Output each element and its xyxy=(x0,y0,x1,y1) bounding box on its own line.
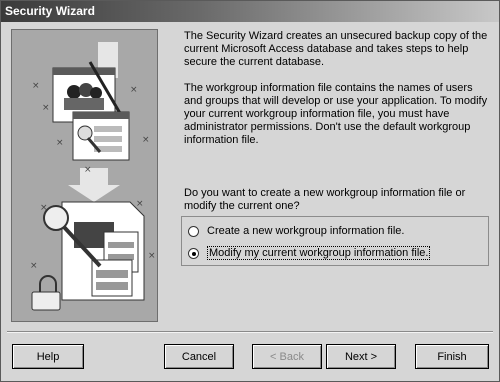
security-illustration: × × × × × × × × × × xyxy=(30,42,156,311)
security-wizard-window: Security Wizard × × × × × × × × × × The … xyxy=(0,0,500,382)
svg-text:×: × xyxy=(136,199,144,209)
workgroup-options-group: Create a new workgroup information file.… xyxy=(181,216,489,266)
svg-text:×: × xyxy=(40,203,48,213)
svg-text:×: × xyxy=(42,103,50,113)
padlock-icon xyxy=(31,275,61,311)
next-button-label: Next > xyxy=(344,350,378,363)
svg-text:×: × xyxy=(30,261,38,271)
description-paragraph-2: The workgroup information file contains … xyxy=(184,82,488,146)
svg-text:×: × xyxy=(32,81,40,91)
svg-text:×: × xyxy=(56,138,64,148)
svg-text:×: × xyxy=(84,165,92,175)
finish-button[interactable]: Finish xyxy=(415,344,489,369)
modify-current-workgroup-option[interactable]: Modify my current workgroup information … xyxy=(188,245,431,261)
cancel-button[interactable]: Cancel xyxy=(164,344,234,369)
finish-button-label: Finish xyxy=(437,350,467,363)
svg-text:×: × xyxy=(148,251,156,261)
wizard-illustration-panel: × × × × × × × × × × xyxy=(11,29,158,322)
back-button-label: < Back xyxy=(270,350,304,363)
create-new-workgroup-option[interactable]: Create a new workgroup information file. xyxy=(188,223,404,239)
radio-button-modify[interactable] xyxy=(188,247,199,259)
modify-current-workgroup-label[interactable]: Modify my current workgroup information … xyxy=(207,246,431,260)
help-button-label: Help xyxy=(36,350,60,363)
footer-separator xyxy=(7,331,493,333)
svg-text:×: × xyxy=(130,85,138,95)
next-button[interactable]: Next > xyxy=(326,344,396,369)
title-bar: Security Wizard xyxy=(1,1,499,22)
back-button[interactable]: < Back xyxy=(252,344,322,369)
key-window-icon xyxy=(72,111,130,161)
radio-button-create[interactable] xyxy=(188,225,199,237)
create-new-workgroup-label[interactable]: Create a new workgroup information file. xyxy=(207,225,404,237)
help-button[interactable]: Help xyxy=(12,344,84,369)
document-icon xyxy=(61,201,145,301)
description-paragraph-1: The Security Wizard creates an unsecured… xyxy=(184,30,488,68)
workgroup-question: Do you want to create a new workgroup in… xyxy=(184,187,466,212)
svg-text:×: × xyxy=(142,135,150,145)
cancel-button-label: Cancel xyxy=(181,350,217,363)
